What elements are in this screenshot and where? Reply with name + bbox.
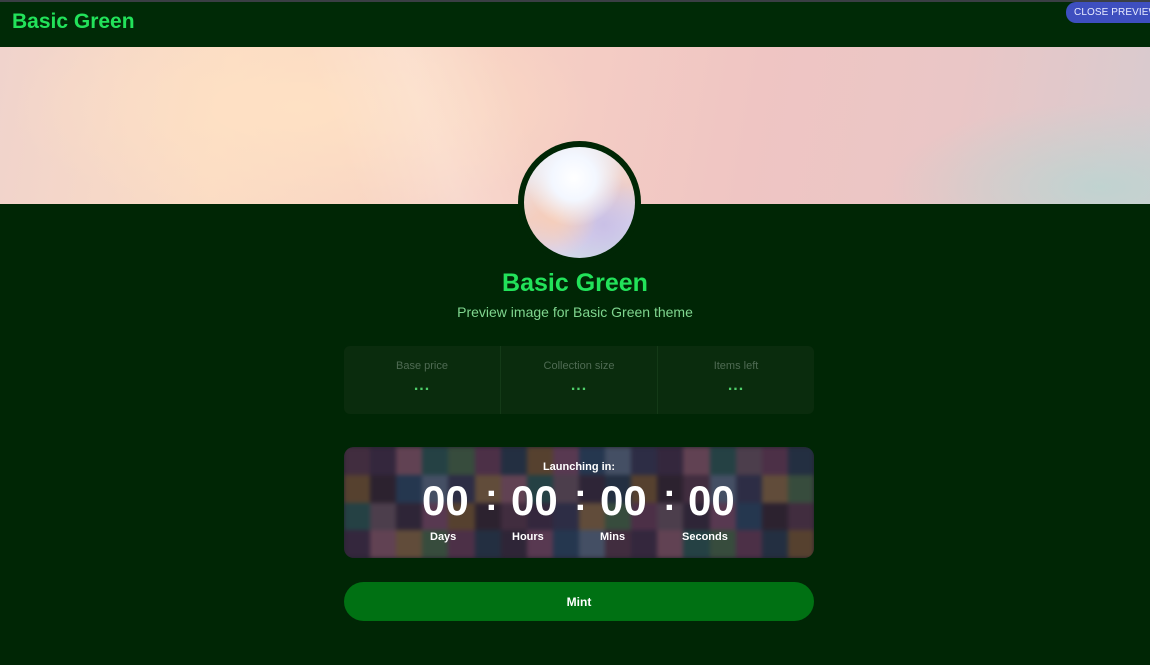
- collection-avatar-frame: [518, 141, 641, 264]
- collection-subtitle: Preview image for Basic Green theme: [457, 304, 693, 320]
- countdown-separator: :: [485, 477, 498, 519]
- mint-button[interactable]: Mint: [344, 582, 814, 621]
- mins-label: Mins: [600, 531, 626, 543]
- countdown-separator: :: [663, 477, 676, 519]
- countdown-separator: :: [574, 477, 587, 519]
- countdown-hours: 00: [511, 477, 558, 524]
- countdown-seconds: 00: [688, 477, 735, 524]
- countdown-mins: 00: [600, 477, 647, 524]
- stat-base-price: Base price ...: [344, 346, 500, 414]
- stats-panel: Base price ... Collection size ... Items…: [344, 346, 814, 414]
- stat-label: Base price: [396, 360, 448, 372]
- seconds-label: Seconds: [682, 531, 728, 543]
- stat-label: Items left: [713, 360, 759, 372]
- collection-title: Basic Green: [502, 269, 648, 297]
- stat-items-left: Items left ...: [657, 346, 814, 414]
- hours-label: Hours: [512, 531, 544, 543]
- stat-value: ...: [727, 377, 745, 394]
- countdown-days: 00: [422, 477, 469, 524]
- days-label: Days: [430, 531, 457, 543]
- collection-avatar: [524, 147, 635, 258]
- countdown-panel: Launching in: 00 : 00 : 00 : 00 Days Hou…: [344, 447, 814, 558]
- stat-value: ...: [570, 377, 588, 394]
- stat-collection-size: Collection size ...: [500, 346, 657, 414]
- header-bar: Basic Green: [0, 2, 1150, 47]
- launching-label: Launching in:: [542, 461, 616, 473]
- countdown-timer: 00 : 00 : 00 : 00: [344, 477, 814, 524]
- stat-value: ...: [413, 377, 431, 394]
- close-preview-button[interactable]: CLOSE PREVIEW: [1066, 2, 1150, 23]
- brand-title[interactable]: Basic Green: [12, 10, 135, 34]
- stat-label: Collection size: [543, 360, 615, 372]
